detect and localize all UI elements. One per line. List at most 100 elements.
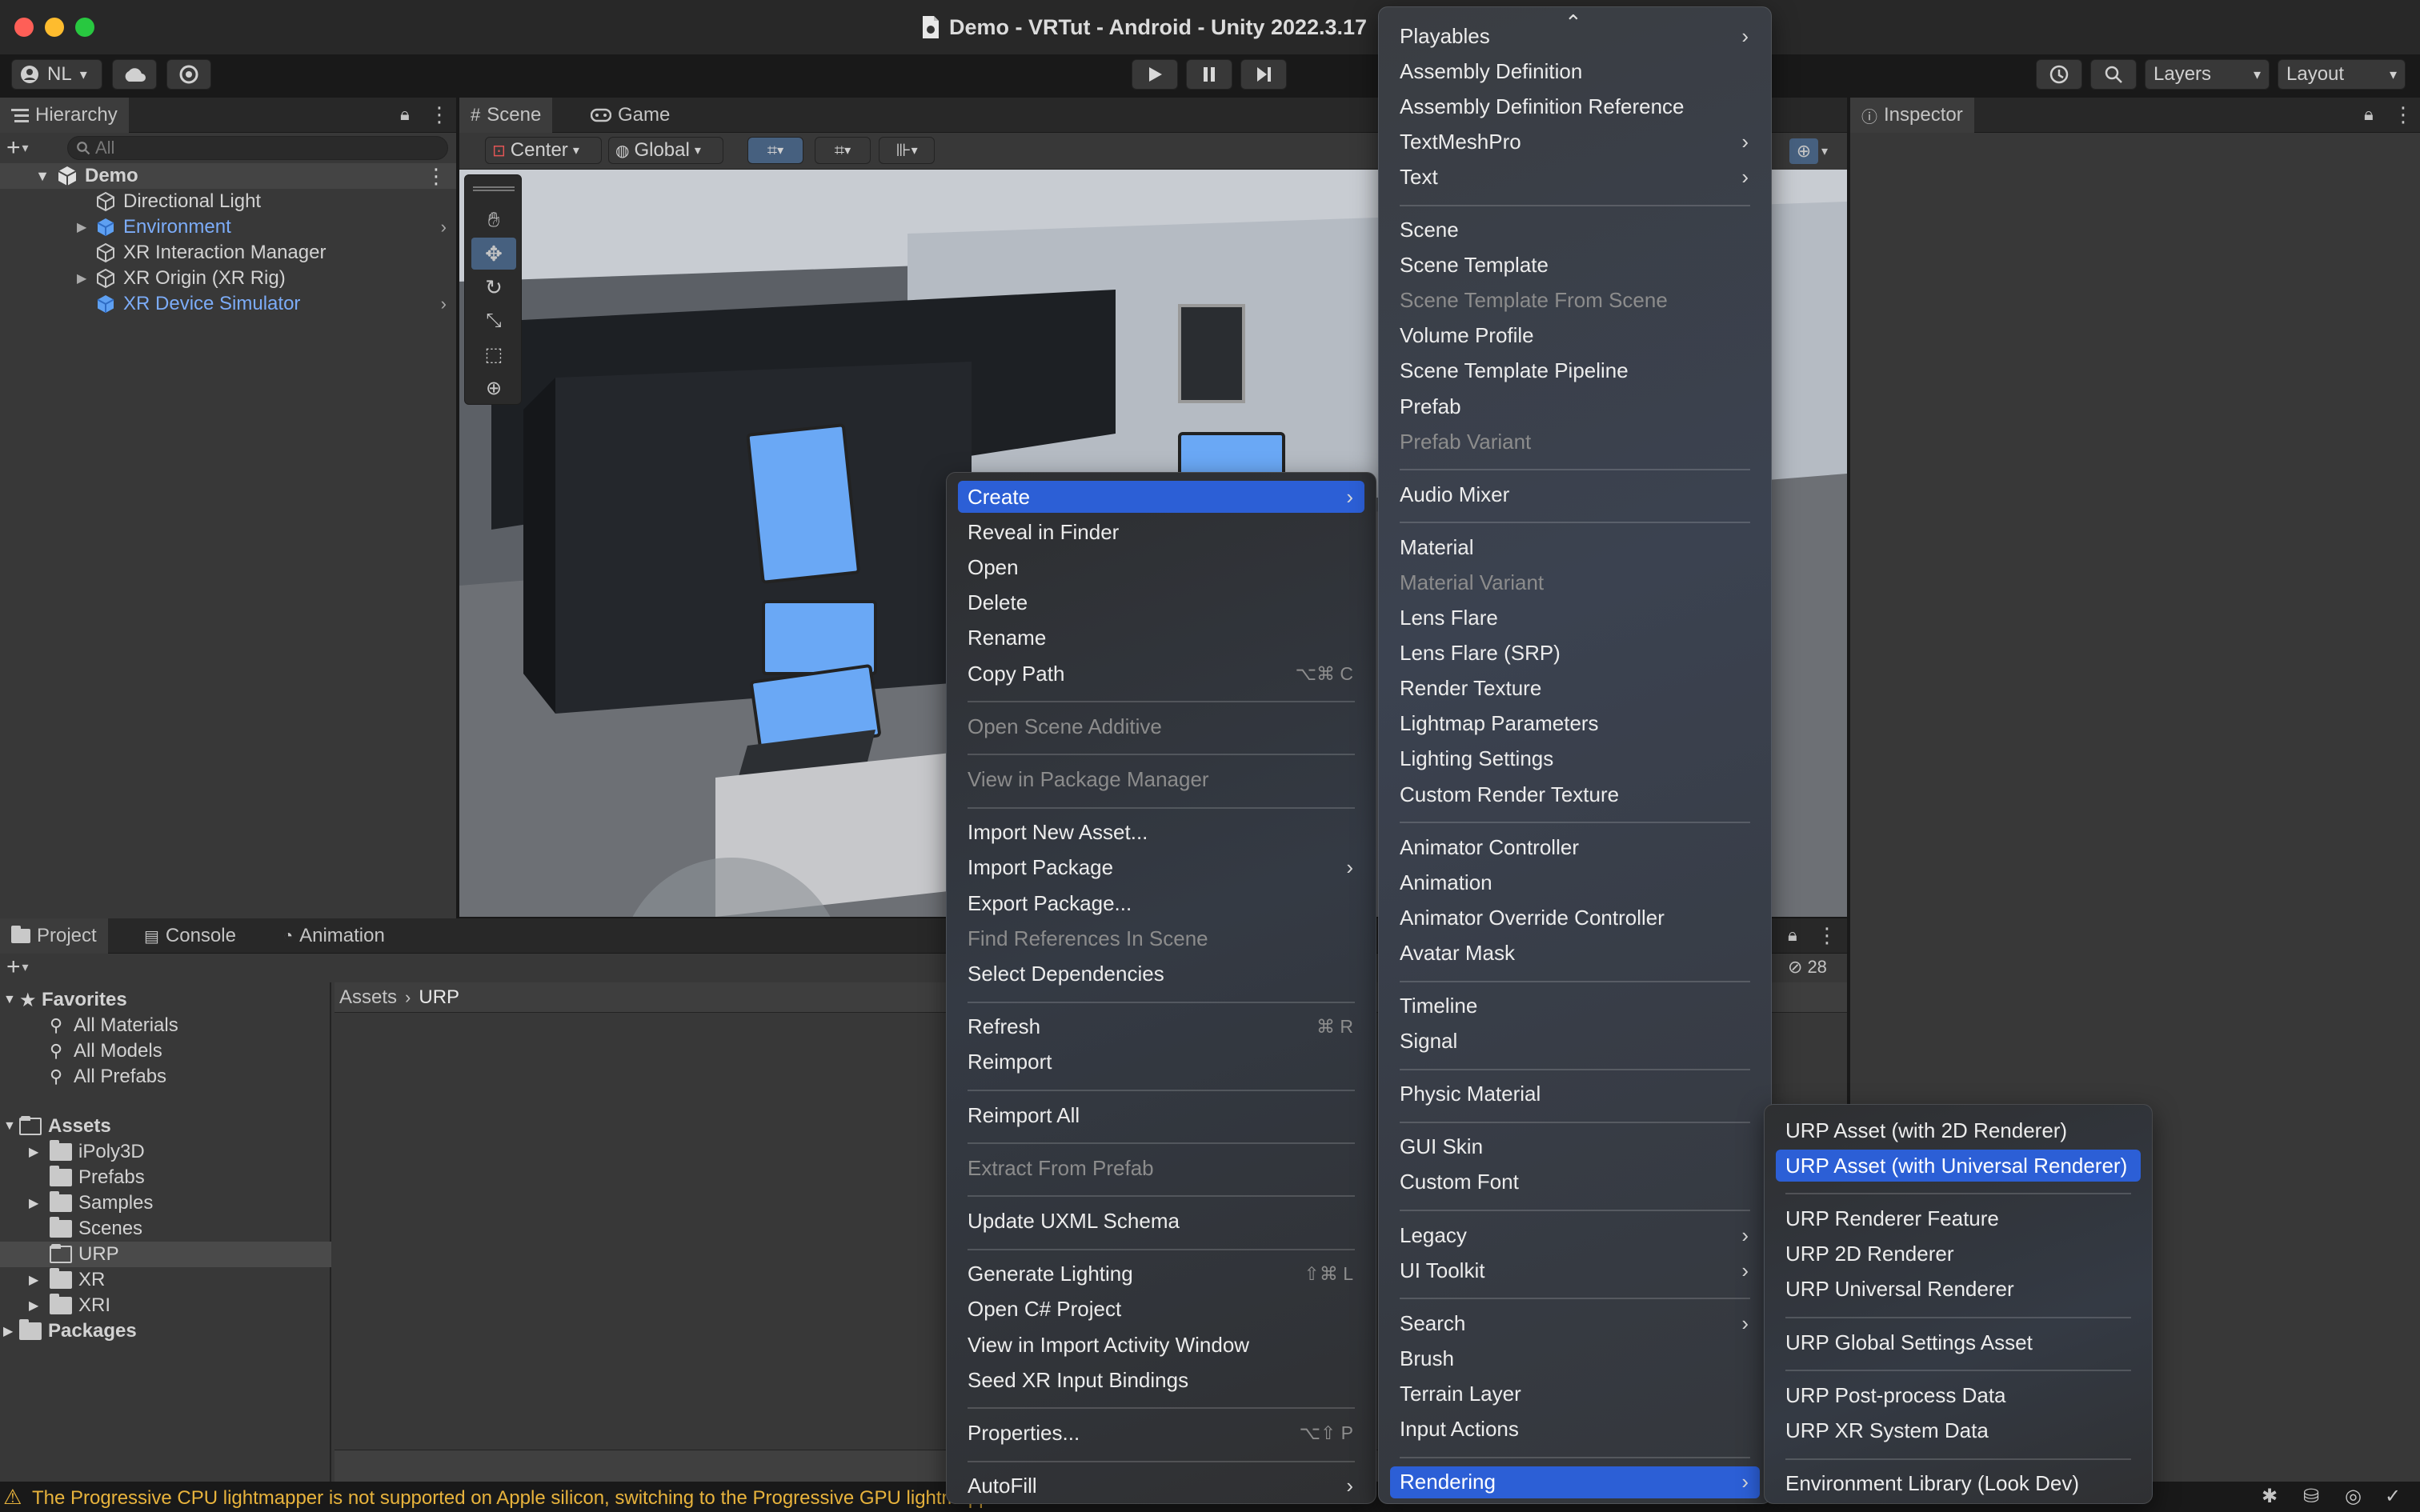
create-menu-item-search[interactable]: Search › <box>1390 1307 1760 1339</box>
minimize-window-button[interactable] <box>45 18 64 37</box>
create-menu-item-animator-override-controller[interactable]: Animator Override Controller <box>1390 902 1760 934</box>
create-menu-item-scene[interactable]: Scene <box>1390 214 1760 246</box>
context-menu-item-export-package[interactable]: Export Package... <box>958 887 1364 919</box>
context-menu-item-refresh[interactable]: Refresh ⌘ R <box>958 1011 1364 1043</box>
create-menu-item-lightmap-parameters[interactable]: Lightmap Parameters <box>1390 708 1760 740</box>
tab-scene[interactable]: # Scene <box>459 98 553 133</box>
asset-folder[interactable]: Scenes <box>50 1216 142 1242</box>
snap-toggle[interactable]: ⌗ ▾ <box>747 137 803 164</box>
favorites-row[interactable]: ▼ ★ Favorites <box>3 987 127 1013</box>
asset-folder[interactable]: ▶ iPoly3D <box>29 1139 145 1165</box>
assets-row[interactable]: ▼ Assets <box>3 1114 111 1139</box>
bug-icon[interactable]: ✱ <box>2262 1485 2278 1508</box>
context-menu-item-import-new-asset[interactable]: Import New Asset... <box>958 817 1364 849</box>
create-menu-item-text[interactable]: Text › <box>1390 161 1760 193</box>
favorite-item[interactable]: ⚲ All Materials <box>50 1013 178 1038</box>
create-menu-item-avatar-mask[interactable]: Avatar Mask <box>1390 937 1760 969</box>
create-menu-item-audio-mixer[interactable]: Audio Mixer <box>1390 478 1760 510</box>
chevron-right-icon[interactable]: › <box>441 294 447 314</box>
favorite-item[interactable]: ⚲ All Prefabs <box>50 1064 166 1090</box>
layout-dropdown[interactable]: Layout ▾ <box>2278 59 2406 90</box>
expand-arrow-icon[interactable]: ▶ <box>3 1323 19 1339</box>
cache-server-icon[interactable]: ⛁ <box>2303 1485 2319 1508</box>
create-menu-item-gui-skin[interactable]: GUI Skin <box>1390 1131 1760 1163</box>
create-menu-item-brush[interactable]: Brush <box>1390 1342 1760 1374</box>
hierarchy-item[interactable]: ▶ XR Origin (XR Rig) <box>0 266 456 291</box>
context-menu-item-generate-lighting[interactable]: Generate Lighting ⇧⌘ L <box>958 1258 1364 1290</box>
transform-tool-button[interactable]: ⊕ <box>471 372 516 404</box>
more-icon[interactable]: ⋮ <box>429 102 450 127</box>
create-menu-item-input-actions[interactable]: Input Actions <box>1390 1414 1760 1446</box>
rendering-menu-item-urp-xr-system-data[interactable]: URP XR System Data <box>1776 1414 2141 1446</box>
expand-arrow-icon[interactable]: ▶ <box>29 1144 50 1160</box>
expand-arrow-icon[interactable]: ▶ <box>29 1298 50 1314</box>
move-tool-button[interactable]: ✥ <box>471 238 516 270</box>
create-menu-item-render-texture[interactable]: Render Texture <box>1390 673 1760 705</box>
play-button[interactable] <box>1132 59 1178 90</box>
create-menu-item-custom-font[interactable]: Custom Font <box>1390 1166 1760 1198</box>
rendering-menu-item-urp-asset-with-2d-renderer[interactable]: URP Asset (with 2D Renderer) <box>1776 1114 2141 1146</box>
create-menu-item-prefab[interactable]: Prefab <box>1390 390 1760 422</box>
create-menu-item-scene-template[interactable]: Scene Template <box>1390 250 1760 282</box>
lock-icon[interactable]: 🔒︎ <box>1788 925 1797 946</box>
breadcrumb-assets[interactable]: Assets <box>339 986 397 1009</box>
hand-tool-button[interactable]: ✋︎ <box>471 204 516 236</box>
create-menu-item-volume-profile[interactable]: Volume Profile <box>1390 320 1760 352</box>
auto-generate-lighting-icon[interactable]: ◎ <box>2345 1485 2362 1508</box>
tab-animation[interactable]: ◔ Animation <box>272 918 396 954</box>
zoom-window-button[interactable] <box>75 18 94 37</box>
context-menu-item-open[interactable]: Open <box>958 551 1364 583</box>
hierarchy-scene-row[interactable]: ▼ Demo ⋮ <box>0 163 456 189</box>
undo-history-button[interactable] <box>2036 59 2082 90</box>
chevron-down-icon[interactable]: ▾ <box>1821 143 1828 159</box>
context-menu-item-open-c-project[interactable]: Open C# Project <box>958 1294 1364 1326</box>
rendering-menu-item-urp-global-settings-asset[interactable]: URP Global Settings Asset <box>1776 1326 2141 1358</box>
hierarchy-search-field[interactable]: All <box>67 136 448 160</box>
context-menu-item-reimport[interactable]: Reimport <box>958 1046 1364 1078</box>
rendering-menu-item-urp-post-process-data[interactable]: URP Post-process Data <box>1776 1379 2141 1411</box>
tab-hierarchy[interactable]: Hierarchy <box>0 98 129 133</box>
create-menu-item-terrain-layer[interactable]: Terrain Layer <box>1390 1378 1760 1410</box>
asset-folder[interactable]: ▶ Samples <box>29 1190 153 1216</box>
more-icon[interactable]: ⋮ <box>2393 102 2414 127</box>
create-menu-item-signal[interactable]: Signal <box>1390 1026 1760 1058</box>
hierarchy-item[interactable]: XR Interaction Manager <box>0 240 456 266</box>
more-icon[interactable]: ⋮ <box>1817 923 1837 948</box>
context-menu-item-reimport-all[interactable]: Reimport All <box>958 1099 1364 1131</box>
gizmos-toggle[interactable]: ⊕ <box>1789 138 1818 164</box>
create-menu-item-playables[interactable]: Playables › <box>1390 20 1760 52</box>
rendering-menu-item-environment-library-look-dev[interactable]: Environment Library (Look Dev) <box>1776 1468 2141 1500</box>
asset-folder[interactable]: Prefabs <box>50 1165 145 1190</box>
rendering-menu-item-urp-asset-with-universal-renderer[interactable]: URP Asset (with Universal Renderer) <box>1776 1150 2141 1182</box>
expand-arrow-icon[interactable]: ▶ <box>29 1195 50 1211</box>
packages-row[interactable]: ▶ Packages <box>3 1318 137 1344</box>
checkmark-icon[interactable]: ✓ <box>2385 1485 2401 1508</box>
context-menu-item-rename[interactable]: Rename <box>958 622 1364 654</box>
increment-snap-dropdown[interactable]: ⊪ ▾ <box>879 137 935 164</box>
context-menu-item-seed-xr-input-bindings[interactable]: Seed XR Input Bindings <box>958 1364 1364 1396</box>
hidden-packages-counter[interactable]: ⊘ 28 <box>1788 955 1827 979</box>
create-menu-item-timeline[interactable]: Timeline <box>1390 990 1760 1022</box>
asset-folder[interactable]: ▶ XR <box>29 1267 105 1293</box>
tab-console[interactable]: ▤ Console <box>133 918 247 954</box>
rendering-menu-item-urp-2d-renderer[interactable]: URP 2D Renderer <box>1776 1238 2141 1270</box>
create-menu-item-textmeshpro[interactable]: TextMeshPro › <box>1390 126 1760 158</box>
context-menu-item-view-in-import-activity-window[interactable]: View in Import Activity Window <box>958 1329 1364 1361</box>
create-menu-item-lighting-settings[interactable]: Lighting Settings <box>1390 743 1760 775</box>
context-menu-item-update-uxml-schema[interactable]: Update UXML Schema <box>958 1205 1364 1237</box>
close-window-button[interactable] <box>14 18 34 37</box>
rotate-tool-button[interactable]: ↻ <box>471 271 516 303</box>
tab-project[interactable]: Project <box>0 918 108 954</box>
rendering-menu-item-urp-universal-renderer[interactable]: URP Universal Renderer <box>1776 1274 2141 1306</box>
context-menu-item-autofill[interactable]: AutoFill › <box>958 1470 1364 1502</box>
pivot-dropdown[interactable]: ⊡ Center ▾ <box>485 137 602 164</box>
account-dropdown[interactable]: NL ▾ <box>11 59 102 90</box>
scale-tool-button[interactable]: ⤡ <box>471 305 516 337</box>
expand-arrow-icon[interactable]: ▶ <box>77 270 94 286</box>
step-button[interactable] <box>1240 59 1287 90</box>
create-menu-item-legacy[interactable]: Legacy › <box>1390 1219 1760 1251</box>
expand-arrow-icon[interactable]: ▼ <box>3 993 19 1007</box>
create-menu-item-scene-template-pipeline[interactable]: Scene Template Pipeline <box>1390 355 1760 387</box>
lock-icon[interactable]: 🔒︎ <box>2364 104 2374 125</box>
create-menu-item-assembly-definition[interactable]: Assembly Definition <box>1390 55 1760 87</box>
